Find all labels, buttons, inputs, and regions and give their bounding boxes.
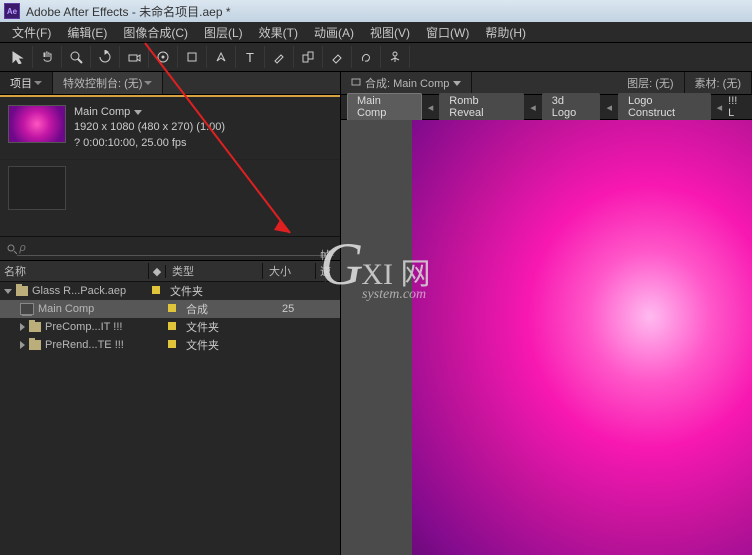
menu-edit[interactable]: 编辑(E)	[59, 24, 115, 41]
col-tag[interactable]: ◆	[149, 265, 166, 278]
menu-animation[interactable]: 动画(A)	[306, 24, 362, 41]
disclosure-triangle-icon[interactable]	[4, 289, 12, 294]
search-input[interactable]	[17, 241, 334, 256]
col-size[interactable]: 大小	[263, 263, 316, 279]
item-size: 25	[276, 303, 328, 315]
tab-menu-icon[interactable]	[144, 81, 152, 85]
right-panel-tabs: 合成: Main Comp 图层: (无) 素材: (无)	[341, 72, 752, 95]
comp-info-block: Main Comp 1920 x 1080 (480 x 270) (1.00)…	[0, 95, 340, 160]
item-name: Main Comp	[38, 303, 94, 315]
project-panel: 项目 特效控制台: (无) Main Comp 1920 x 1080 (480…	[0, 72, 341, 555]
breadcrumb-item[interactable]: Logo Construct	[618, 93, 711, 121]
mini-thumbnail	[8, 166, 66, 210]
tab-footage-label: 素材: (无)	[695, 75, 741, 91]
comp-breadcrumb: Main Comp ◂ Romb Reveal ◂ 3d Logo ◂ Logo…	[341, 95, 752, 120]
list-item[interactable]: PreComp...IT !!! 文件夹	[0, 318, 340, 336]
brush-tool-icon[interactable]	[265, 46, 294, 68]
breadcrumb-item[interactable]: Main Comp	[347, 93, 422, 121]
roto-tool-icon[interactable]	[352, 46, 381, 68]
clone-tool-icon[interactable]	[294, 46, 323, 68]
folder-icon	[16, 286, 28, 296]
composition-panel: 合成: Main Comp 图层: (无) 素材: (无) Main Comp …	[341, 72, 752, 555]
tab-menu-icon[interactable]	[34, 81, 42, 85]
comp-thumbnail[interactable]	[8, 105, 66, 143]
tab-layer[interactable]: 图层: (无)	[617, 72, 684, 94]
comp-dimensions: 1920 x 1080 (480 x 270) (1.00)	[74, 120, 225, 135]
shape-tool-icon[interactable]	[178, 46, 207, 68]
preview-area[interactable]	[341, 120, 752, 555]
tab-layer-label: 图层: (无)	[627, 75, 673, 91]
folder-icon	[29, 322, 41, 332]
col-name[interactable]: 名称	[0, 263, 149, 279]
color-tag-icon[interactable]	[168, 304, 176, 312]
item-type: 文件夹	[164, 283, 260, 299]
project-list[interactable]: Glass R...Pack.aep 文件夹 Main Comp 合成 25	[0, 282, 340, 555]
window-title: Adobe After Effects - 未命名项目.aep *	[26, 3, 231, 20]
tab-project-label: 项目	[10, 75, 32, 91]
menu-window[interactable]: 窗口(W)	[418, 24, 477, 41]
list-item[interactable]: PreRend...TE !!! 文件夹	[0, 336, 340, 354]
breadcrumb-overflow: !!! L	[728, 95, 746, 119]
breadcrumb-separator-icon: ◂	[426, 101, 436, 114]
comp-name[interactable]: Main Comp	[74, 105, 130, 120]
disclosure-triangle-icon[interactable]	[20, 323, 25, 331]
item-name: PreRend...TE !!!	[45, 339, 124, 351]
menu-file[interactable]: 文件(F)	[4, 24, 59, 41]
list-item[interactable]: Glass R...Pack.aep 文件夹	[0, 282, 340, 300]
hand-tool-icon[interactable]	[33, 46, 62, 68]
item-type: 文件夹	[180, 319, 276, 335]
item-name: PreComp...IT !!!	[45, 321, 122, 333]
menu-effect[interactable]: 效果(T)	[251, 24, 306, 41]
project-search[interactable]	[0, 236, 340, 261]
puppet-tool-icon[interactable]	[381, 46, 410, 68]
rotate-tool-icon[interactable]	[91, 46, 120, 68]
search-icon	[6, 243, 17, 255]
preview-canvas	[412, 120, 752, 555]
breadcrumb-separator-icon: ◂	[528, 101, 538, 114]
pen-tool-icon[interactable]	[207, 46, 236, 68]
list-item[interactable]: Main Comp 合成 25	[0, 300, 340, 318]
comp-view-icon	[351, 78, 361, 88]
breadcrumb-separator-icon: ◂	[715, 101, 725, 114]
selection-tool-icon[interactable]	[4, 46, 33, 68]
eraser-tool-icon[interactable]	[323, 46, 352, 68]
col-type[interactable]: 类型	[166, 263, 263, 279]
item-name: Glass R...Pack.aep	[32, 285, 126, 297]
zoom-tool-icon[interactable]	[62, 46, 91, 68]
tab-effects-controls[interactable]: 特效控制台: (无)	[53, 72, 163, 94]
toolbar: T	[0, 43, 752, 72]
tab-comp-label: 合成: Main Comp	[365, 75, 449, 91]
menu-layer[interactable]: 图层(L)	[196, 24, 251, 41]
title-bar: Ae Adobe After Effects - 未命名项目.aep *	[0, 0, 752, 22]
menu-bar: 文件(F) 编辑(E) 图像合成(C) 图层(L) 效果(T) 动画(A) 视图…	[0, 22, 752, 43]
menu-help[interactable]: 帮助(H)	[477, 24, 534, 41]
item-type: 文件夹	[180, 337, 276, 353]
text-tool-icon[interactable]: T	[236, 46, 265, 68]
tab-effects-label: 特效控制台: (无)	[63, 75, 142, 91]
chevron-down-icon[interactable]	[453, 81, 461, 86]
color-tag-icon[interactable]	[152, 286, 160, 294]
breadcrumb-separator-icon: ◂	[604, 101, 614, 114]
item-type: 合成	[180, 301, 276, 317]
tab-composition[interactable]: 合成: Main Comp	[341, 72, 472, 94]
left-panel-tabs: 项目 特效控制台: (无)	[0, 72, 340, 95]
chevron-down-icon[interactable]	[134, 110, 142, 115]
disclosure-triangle-icon[interactable]	[20, 341, 25, 349]
breadcrumb-item[interactable]: Romb Reveal	[439, 93, 524, 121]
folder-icon	[29, 340, 41, 350]
camera-tool-icon[interactable]	[120, 46, 149, 68]
project-columns: 名称 ◆ 类型 大小 帧速率	[0, 261, 340, 282]
tab-project[interactable]: 项目	[0, 72, 53, 94]
menu-view[interactable]: 视图(V)	[362, 24, 418, 41]
pan-behind-tool-icon[interactable]	[149, 46, 178, 68]
color-tag-icon[interactable]	[168, 340, 176, 348]
comp-duration: ? 0:00:10:00, 25.00 fps	[74, 136, 225, 151]
breadcrumb-item[interactable]: 3d Logo	[542, 93, 601, 121]
color-tag-icon[interactable]	[168, 322, 176, 330]
app-logo-icon: Ae	[4, 3, 20, 19]
comp-icon	[20, 303, 34, 315]
tab-footage[interactable]: 素材: (无)	[685, 72, 752, 94]
menu-composition[interactable]: 图像合成(C)	[115, 24, 196, 41]
